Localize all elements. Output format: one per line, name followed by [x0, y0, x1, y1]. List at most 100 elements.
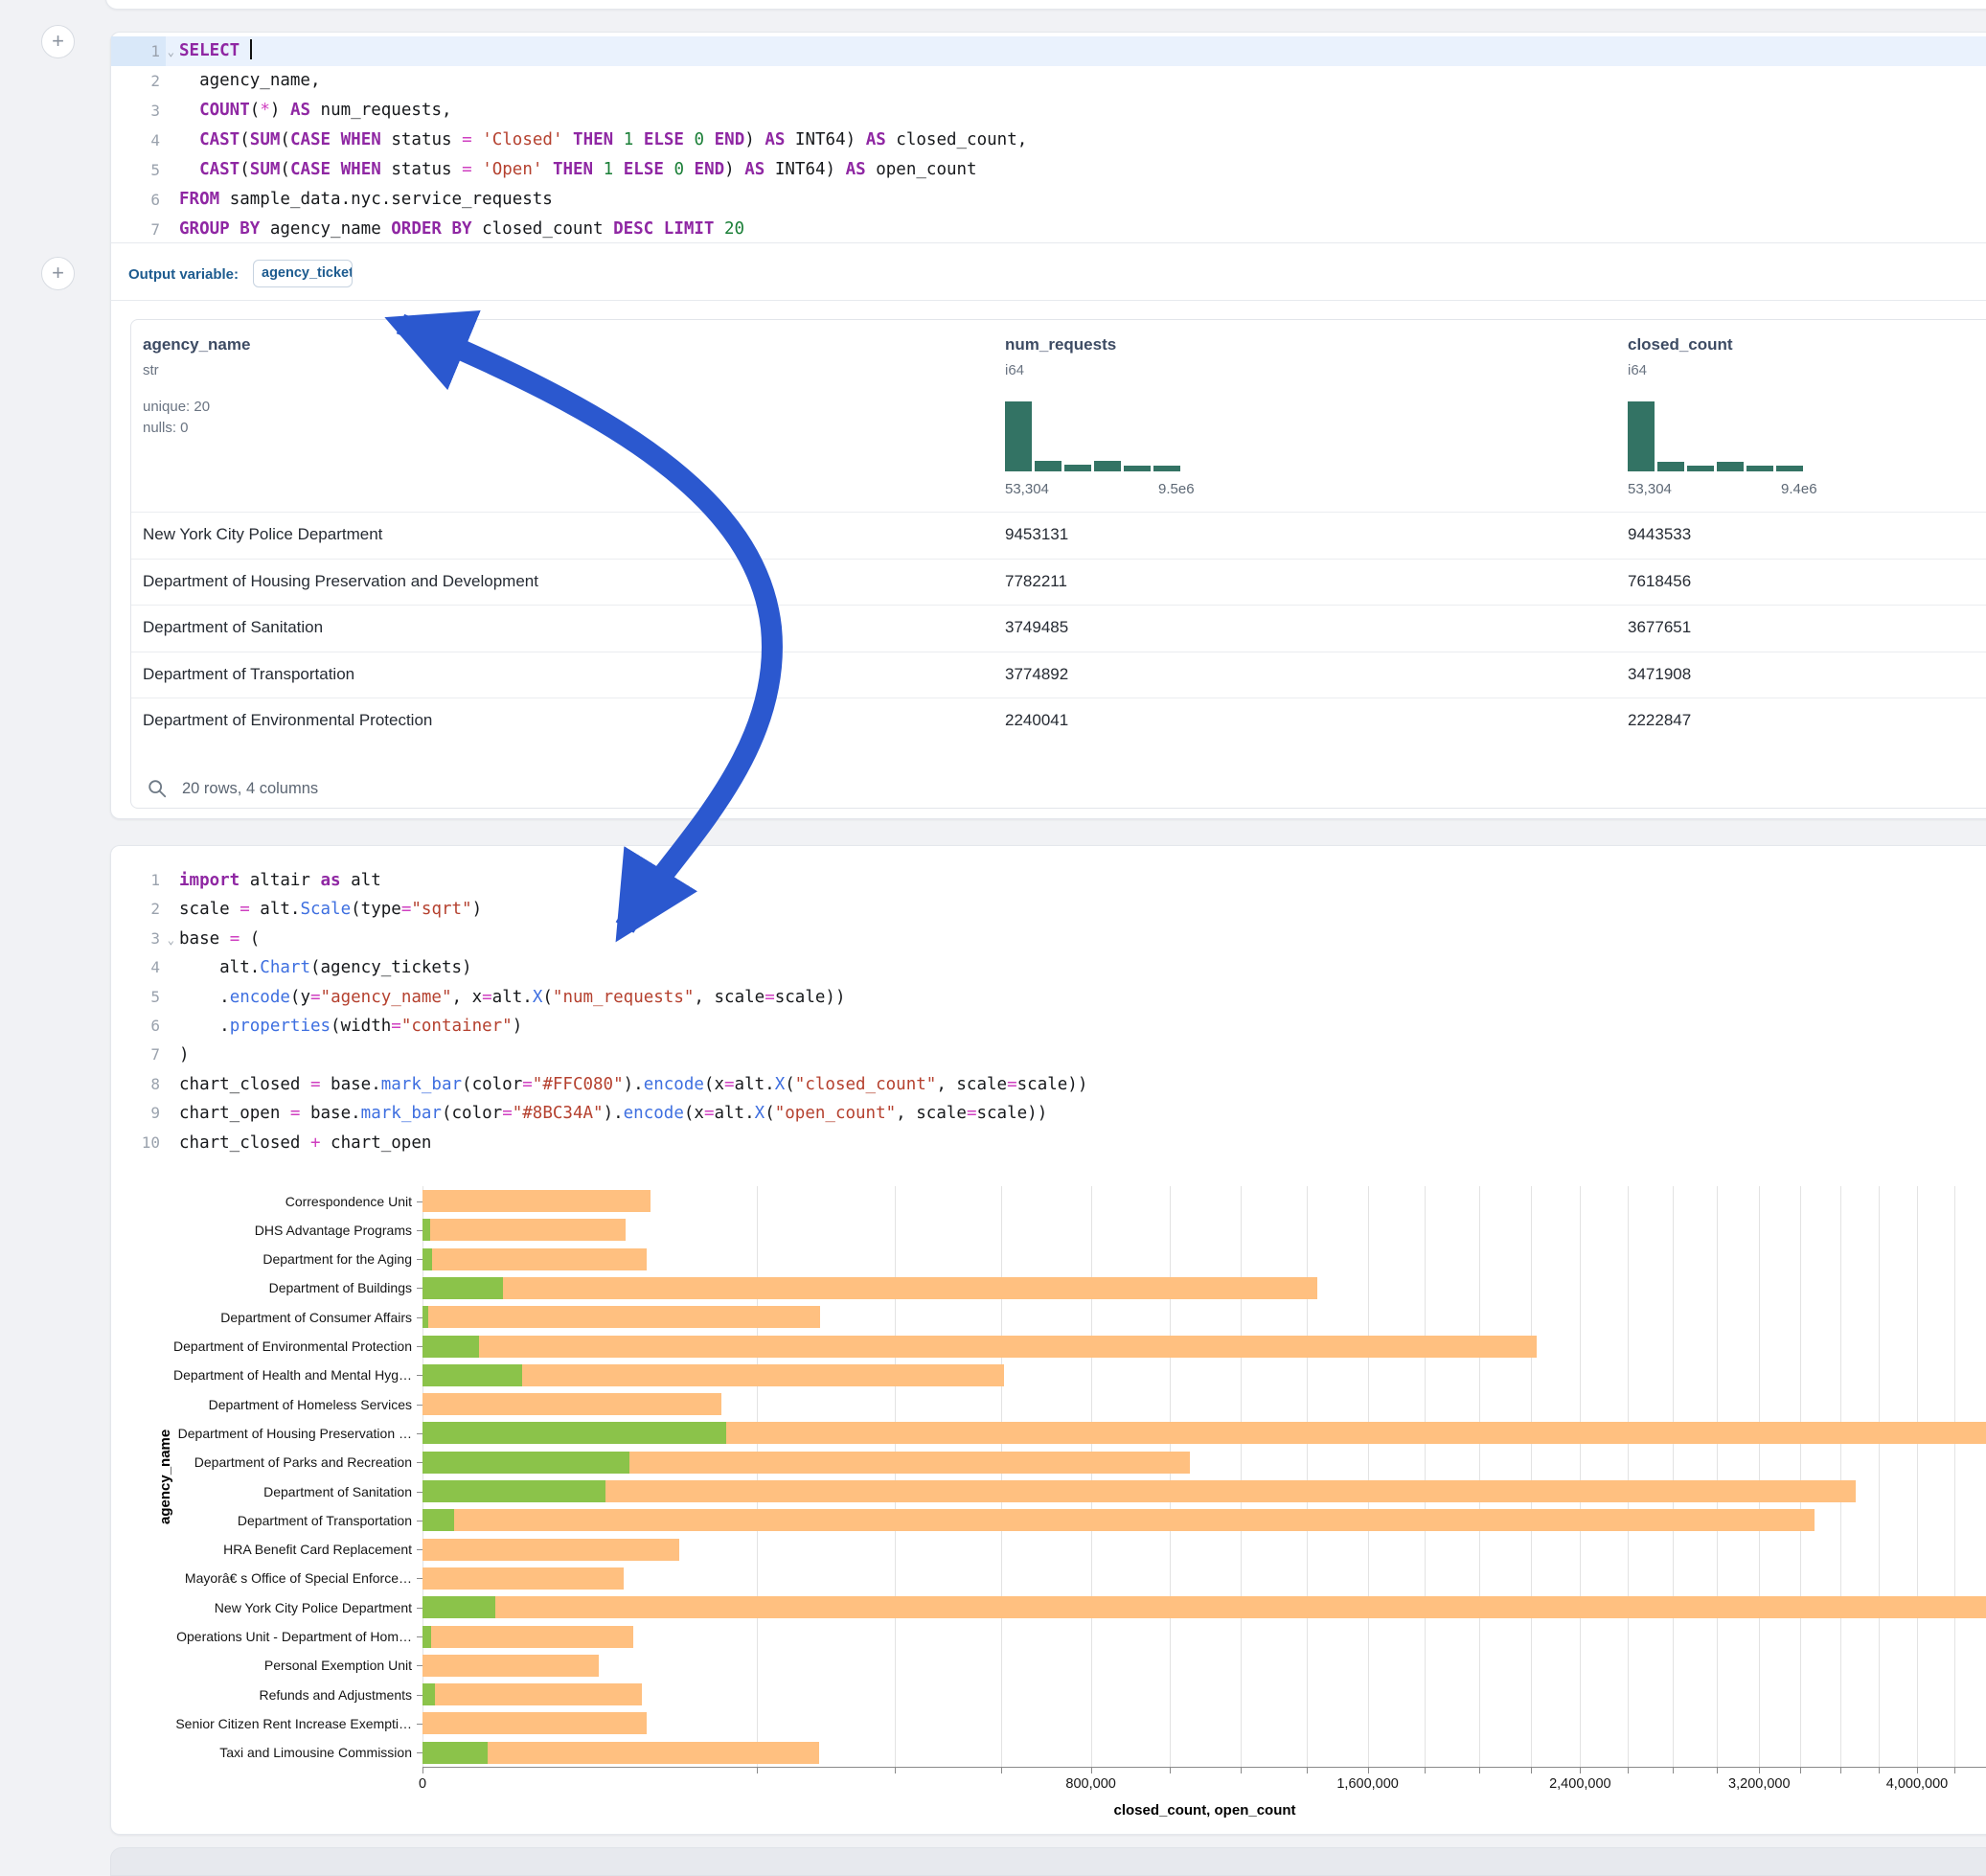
- gridline: [1368, 1186, 1369, 1767]
- code-line[interactable]: 7GROUP BY agency_name ORDER BY closed_co…: [111, 215, 1986, 244]
- line-number: 4: [111, 126, 166, 155]
- code-line[interactable]: 2 agency_name,: [111, 66, 1986, 96]
- code-line[interactable]: 3 COUNT(*) AS num_requests,: [111, 96, 1986, 126]
- table-cell: 7782211: [1005, 572, 1067, 591]
- python-editor[interactable]: 1import altair as alt2scale = alt.Scale(…: [111, 866, 1986, 1157]
- code-line[interactable]: 4 alt.Chart(agency_tickets): [111, 953, 1986, 982]
- output-variable-pill[interactable]: agency_tickets: [253, 260, 353, 287]
- gridline: [1091, 1186, 1092, 1767]
- gridline: [1759, 1186, 1760, 1767]
- bar-open-count: [422, 1596, 495, 1618]
- column-type: str: [143, 362, 159, 378]
- table-cell: 9453131: [1005, 525, 1068, 544]
- gridline: [1307, 1186, 1308, 1767]
- y-axis-tick: [417, 1317, 422, 1318]
- table-cell: 3749485: [1005, 618, 1068, 637]
- line-number: 3⌄: [111, 925, 166, 953]
- bar-open-count: [422, 1219, 430, 1241]
- code-line[interactable]: 6 .properties(width="container"): [111, 1012, 1986, 1041]
- y-axis-label: HRA Benefit Card Replacement: [115, 1542, 412, 1557]
- histogram-bar: [1124, 466, 1151, 471]
- y-axis-tick: [417, 1636, 422, 1637]
- histogram-bar: [1094, 461, 1121, 471]
- gridline: [1673, 1186, 1674, 1767]
- table-cell: 3774892: [1005, 665, 1068, 684]
- x-axis-label: 3,200,000: [1692, 1776, 1826, 1792]
- column-histogram: [1005, 401, 1180, 471]
- table-row: Department of Transportation377489234719…: [131, 652, 1986, 698]
- column-histogram: [1628, 401, 1803, 471]
- x-axis-tick: [1307, 1768, 1308, 1773]
- text-cursor: [250, 39, 252, 59]
- code-line[interactable]: 10chart_closed + chart_open: [111, 1129, 1986, 1157]
- column-stats: unique: 20nulls: 0: [143, 397, 210, 439]
- search-icon[interactable]: [147, 778, 168, 799]
- x-axis-tick: [1954, 1768, 1955, 1773]
- code-text: chart_open = base.mark_bar(color="#8BC34…: [166, 1099, 1047, 1128]
- y-axis-label: Department of Homeless Services: [115, 1397, 412, 1412]
- add-cell-button-top[interactable]: +: [41, 25, 75, 58]
- table-row: Department of Sanitation37494853677651: [131, 605, 1986, 652]
- bar-open-count: [422, 1306, 428, 1328]
- y-axis-tick: [417, 1201, 422, 1202]
- table-cell: 9443533: [1628, 525, 1691, 544]
- column-header[interactable]: closed_count: [1628, 335, 1733, 355]
- x-axis-tick: [1531, 1768, 1532, 1773]
- code-line[interactable]: 1import altair as alt: [111, 866, 1986, 895]
- code-line[interactable]: 5 .encode(y="agency_name", x=alt.X("num_…: [111, 983, 1986, 1012]
- code-line[interactable]: 2scale = alt.Scale(type="sqrt"): [111, 895, 1986, 924]
- y-axis-label: Department of Parks and Recreation: [115, 1454, 412, 1470]
- y-axis-label: Taxi and Limousine Commission: [115, 1745, 412, 1760]
- gridline: [1628, 1186, 1629, 1767]
- gridline: [1425, 1186, 1426, 1767]
- y-axis-label: Department of Sanitation: [115, 1484, 412, 1499]
- x-axis-label: 0: [355, 1776, 490, 1792]
- gridline: [422, 1186, 423, 1767]
- bar-open-count: [422, 1364, 522, 1386]
- sql-editor[interactable]: 1⌄SELECT 2 agency_name,3 COUNT(*) AS num…: [111, 36, 1986, 244]
- y-axis-label: Department of Buildings: [115, 1280, 412, 1295]
- code-line[interactable]: 9chart_open = base.mark_bar(color="#8BC3…: [111, 1099, 1986, 1128]
- y-axis-tick: [417, 1405, 422, 1406]
- x-axis-label: 2,400,000: [1513, 1776, 1647, 1792]
- x-axis-tick: [1170, 1768, 1171, 1773]
- y-axis-label: Personal Exemption Unit: [115, 1658, 412, 1673]
- code-line[interactable]: 5 CAST(SUM(CASE WHEN status = 'Open' THE…: [111, 155, 1986, 185]
- bar-open-count: [422, 1480, 605, 1502]
- column-header[interactable]: num_requests: [1005, 335, 1116, 355]
- bar-closed-count: [422, 1336, 1537, 1358]
- y-axis-tick: [417, 1608, 422, 1609]
- bar-closed-count: [422, 1480, 1856, 1502]
- gridline: [1001, 1186, 1002, 1767]
- line-number: 2: [111, 895, 166, 924]
- x-axis-label: 1,600,000: [1301, 1776, 1435, 1792]
- column-header[interactable]: agency_name: [143, 335, 250, 355]
- x-axis-tick: [895, 1768, 896, 1773]
- code-text: .encode(y="agency_name", x=alt.X("num_re…: [166, 983, 846, 1012]
- histogram-bar: [1035, 461, 1061, 471]
- table-row: Department of Environmental Protection22…: [131, 698, 1986, 744]
- x-axis-tick: [1717, 1768, 1718, 1773]
- bar-closed-count: [422, 1190, 651, 1212]
- table-row: New York City Police Department945313194…: [131, 512, 1986, 559]
- add-cell-button-middle[interactable]: +: [41, 257, 75, 290]
- y-axis-tick: [417, 1724, 422, 1725]
- gridline: [1479, 1186, 1480, 1767]
- code-line[interactable]: 8chart_closed = base.mark_bar(color="#FF…: [111, 1070, 1986, 1099]
- code-line[interactable]: 3⌄base = (: [111, 925, 1986, 953]
- code-text: ): [166, 1041, 190, 1069]
- line-number: 7: [111, 1041, 166, 1069]
- y-axis-tick: [417, 1549, 422, 1550]
- line-number: 4: [111, 953, 166, 982]
- gridline: [1917, 1186, 1918, 1767]
- fold-chevron-icon[interactable]: ⌄: [168, 926, 174, 954]
- table-cell: Department of Housing Preservation and D…: [143, 572, 538, 591]
- histogram-bar: [1657, 462, 1684, 471]
- code-line[interactable]: 6FROM sample_data.nyc.service_requests: [111, 185, 1986, 215]
- code-line[interactable]: 7): [111, 1041, 1986, 1069]
- code-line[interactable]: 1⌄SELECT: [111, 36, 1986, 66]
- fold-chevron-icon[interactable]: ⌄: [168, 37, 174, 67]
- gridline: [1170, 1186, 1171, 1767]
- histogram-bar: [1628, 401, 1655, 471]
- code-line[interactable]: 4 CAST(SUM(CASE WHEN status = 'Closed' T…: [111, 126, 1986, 155]
